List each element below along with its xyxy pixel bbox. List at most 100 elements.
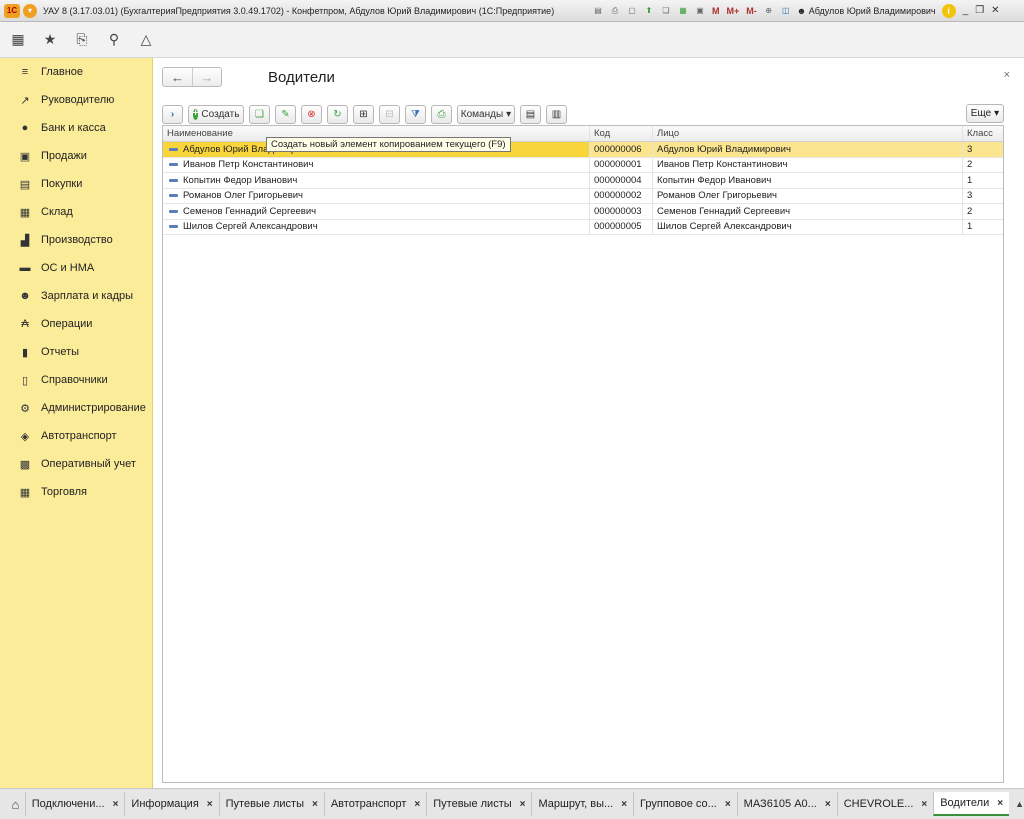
close-tab-icon[interactable]: × [520,799,526,810]
memory-button-mminus[interactable]: M- [744,6,759,16]
sidebar-item[interactable]: ▦ Торговля [0,478,152,506]
table-row[interactable]: Шилов Сергей Александрович 000000005 Шилов… [163,219,1003,235]
section-icon: ▣ [19,150,31,163]
section-icon: ⚙ [20,402,30,415]
sidebar-item[interactable]: ⚙ Администрирование [0,394,152,422]
calculator-icon[interactable]: ▦ [676,4,690,17]
save-icon[interactable]: ▤ [591,4,605,17]
close-tab-icon[interactable]: × [207,799,213,810]
window-tab[interactable]: Подключени... × [24,792,125,816]
cell-class-text: 3 [967,190,973,202]
copy-button[interactable]: ❏ [249,104,270,124]
search-icon[interactable]: ⚲ [106,31,122,48]
restore-button[interactable]: ❐ [975,5,984,16]
print-button[interactable]: ⎙ [431,104,452,124]
edit-button[interactable]: ✎ [275,104,296,124]
window-tab[interactable]: Путевые листы × [426,792,531,816]
sidebar-item[interactable]: ▣ Продажи [0,142,152,170]
apps-grid-icon[interactable]: ▦ [10,31,26,48]
sidebar-item[interactable]: ▮ Отчеты [0,338,152,366]
delete-button[interactable]: ⊗ [301,104,322,124]
calendar-icon[interactable]: ▣ [693,4,707,17]
memory-button-m[interactable]: M [710,6,722,16]
window-tab-label: Путевые листы [225,798,304,810]
sidebar-item[interactable]: ▩ Оперативный учет [0,450,152,478]
window-tab[interactable]: Путевые листы × [218,792,324,816]
forward-button[interactable]: → [192,68,221,86]
create-button[interactable]: + Создать [188,104,244,124]
table-row[interactable]: Семенов Геннадий Сергеевич 000000003 Семен… [163,204,1003,220]
notifications-bell-icon[interactable]: △ [138,31,154,48]
close-form-button[interactable]: × [1004,69,1010,81]
window-tab-label: Групповое со... [640,798,717,810]
close-tab-icon[interactable]: × [997,798,1003,809]
sidebar-item[interactable]: ● Банк и касса [0,114,152,142]
close-window-button[interactable]: ✕ [991,5,999,16]
close-tab-icon[interactable]: × [414,799,420,810]
sidebar-item[interactable]: ▬ ОС и НМА [0,254,152,282]
table-row[interactable]: Романов Олег Григорьевич 000000002 Романов… [163,188,1003,204]
sidebar-item[interactable]: ▯ Справочники [0,366,152,394]
window-tab[interactable]: Групповое со... × [633,792,737,816]
more-button[interactable]: Еще ▾ [966,104,1004,123]
sidebar-item[interactable]: ☻ Зарплата и кадры [0,282,152,310]
print-icon[interactable]: ⎙ [608,4,622,17]
back-button[interactable]: ← [163,68,192,86]
info-icon[interactable]: i [941,3,956,18]
section-icon: ☻ [19,290,31,302]
open-panel-button[interactable]: › [162,104,183,124]
cancel-search-button[interactable]: ⊟ [379,104,400,124]
refresh-button[interactable]: ↻ [327,104,348,124]
sidebar-item-label: Покупки [41,178,83,190]
window-tab[interactable]: Водители × [933,792,1010,816]
preview-icon[interactable]: ▢ [625,4,639,17]
minimize-button[interactable]: _ [963,5,969,16]
close-tab-icon[interactable]: × [312,799,318,810]
cell-name-text: Романов Олег Григорьевич [183,190,304,202]
commands-button[interactable]: Команды ▾ [457,104,515,124]
home-icon[interactable]: ⌂ [6,797,25,812]
window-tab[interactable]: Автотранспорт × [323,792,426,816]
close-tab-icon[interactable]: × [113,799,119,810]
sidebar-item[interactable]: ₳ Операции [0,310,152,338]
window-tab[interactable]: Информация × [124,792,218,816]
main-menu-icon[interactable]: ▾ [23,3,37,18]
current-user[interactable]: ☻ Абдулов Юрий Владимирович [797,6,936,16]
panels-icon[interactable]: ◫ [779,4,793,17]
sidebar-item[interactable]: ▟ Производство [0,226,152,254]
table-row[interactable]: Копытин Федор Иванович 000000004 Копытин Ф… [163,173,1003,189]
sidebar-item[interactable]: ↗ Руководителю [0,86,152,114]
page-title: Водители [268,69,335,86]
tabs-scroll-icon[interactable]: ▲ [1015,799,1024,809]
column-header-class[interactable]: Класс [963,126,1003,141]
list-view-button[interactable]: ▤ [520,104,541,124]
sidebar-item[interactable]: ▦ Склад [0,198,152,226]
zoom-icon[interactable]: ⊕ [762,4,776,17]
memory-button-mplus[interactable]: M+ [725,6,742,16]
cell-name-text: Семенов Геннадий Сергеевич [183,205,317,217]
link-icon[interactable]: ⬆ [642,4,656,17]
copy-icon[interactable]: ❏ [659,4,673,17]
close-tab-icon[interactable]: × [825,799,831,810]
close-tab-icon[interactable]: × [621,799,627,810]
cell-code-text: 000000002 [594,190,642,202]
tree-view-button[interactable]: ▥ [546,104,567,124]
favorites-star-icon[interactable]: ★ [42,31,58,48]
window-tab[interactable]: CHEVROLE... × [836,792,934,816]
filter-button[interactable]: ⧩ [405,104,426,124]
history-icon[interactable]: ⎘ [74,31,90,48]
column-header-person[interactable]: Лицо [653,126,963,141]
window-tab[interactable]: МАЗ6105 А0... × [736,792,837,816]
sidebar-item[interactable]: ◈ Автотранспорт [0,422,152,450]
cell-code: 000000001 [590,157,653,172]
window-tab[interactable]: Маршрут, вы... × [531,792,633,816]
find-button[interactable]: ⊞ [353,104,374,124]
cell-code: 000000005 [590,219,653,234]
column-header-code[interactable]: Код [590,126,653,141]
cell-class: 2 [963,204,1003,219]
sidebar-item[interactable]: ≡ Главное [0,58,152,86]
sidebar-item[interactable]: ▤ Покупки [0,170,152,198]
close-tab-icon[interactable]: × [921,799,927,810]
table-row[interactable]: Иванов Петр Константинович 000000001 Ивано… [163,157,1003,173]
close-tab-icon[interactable]: × [725,799,731,810]
